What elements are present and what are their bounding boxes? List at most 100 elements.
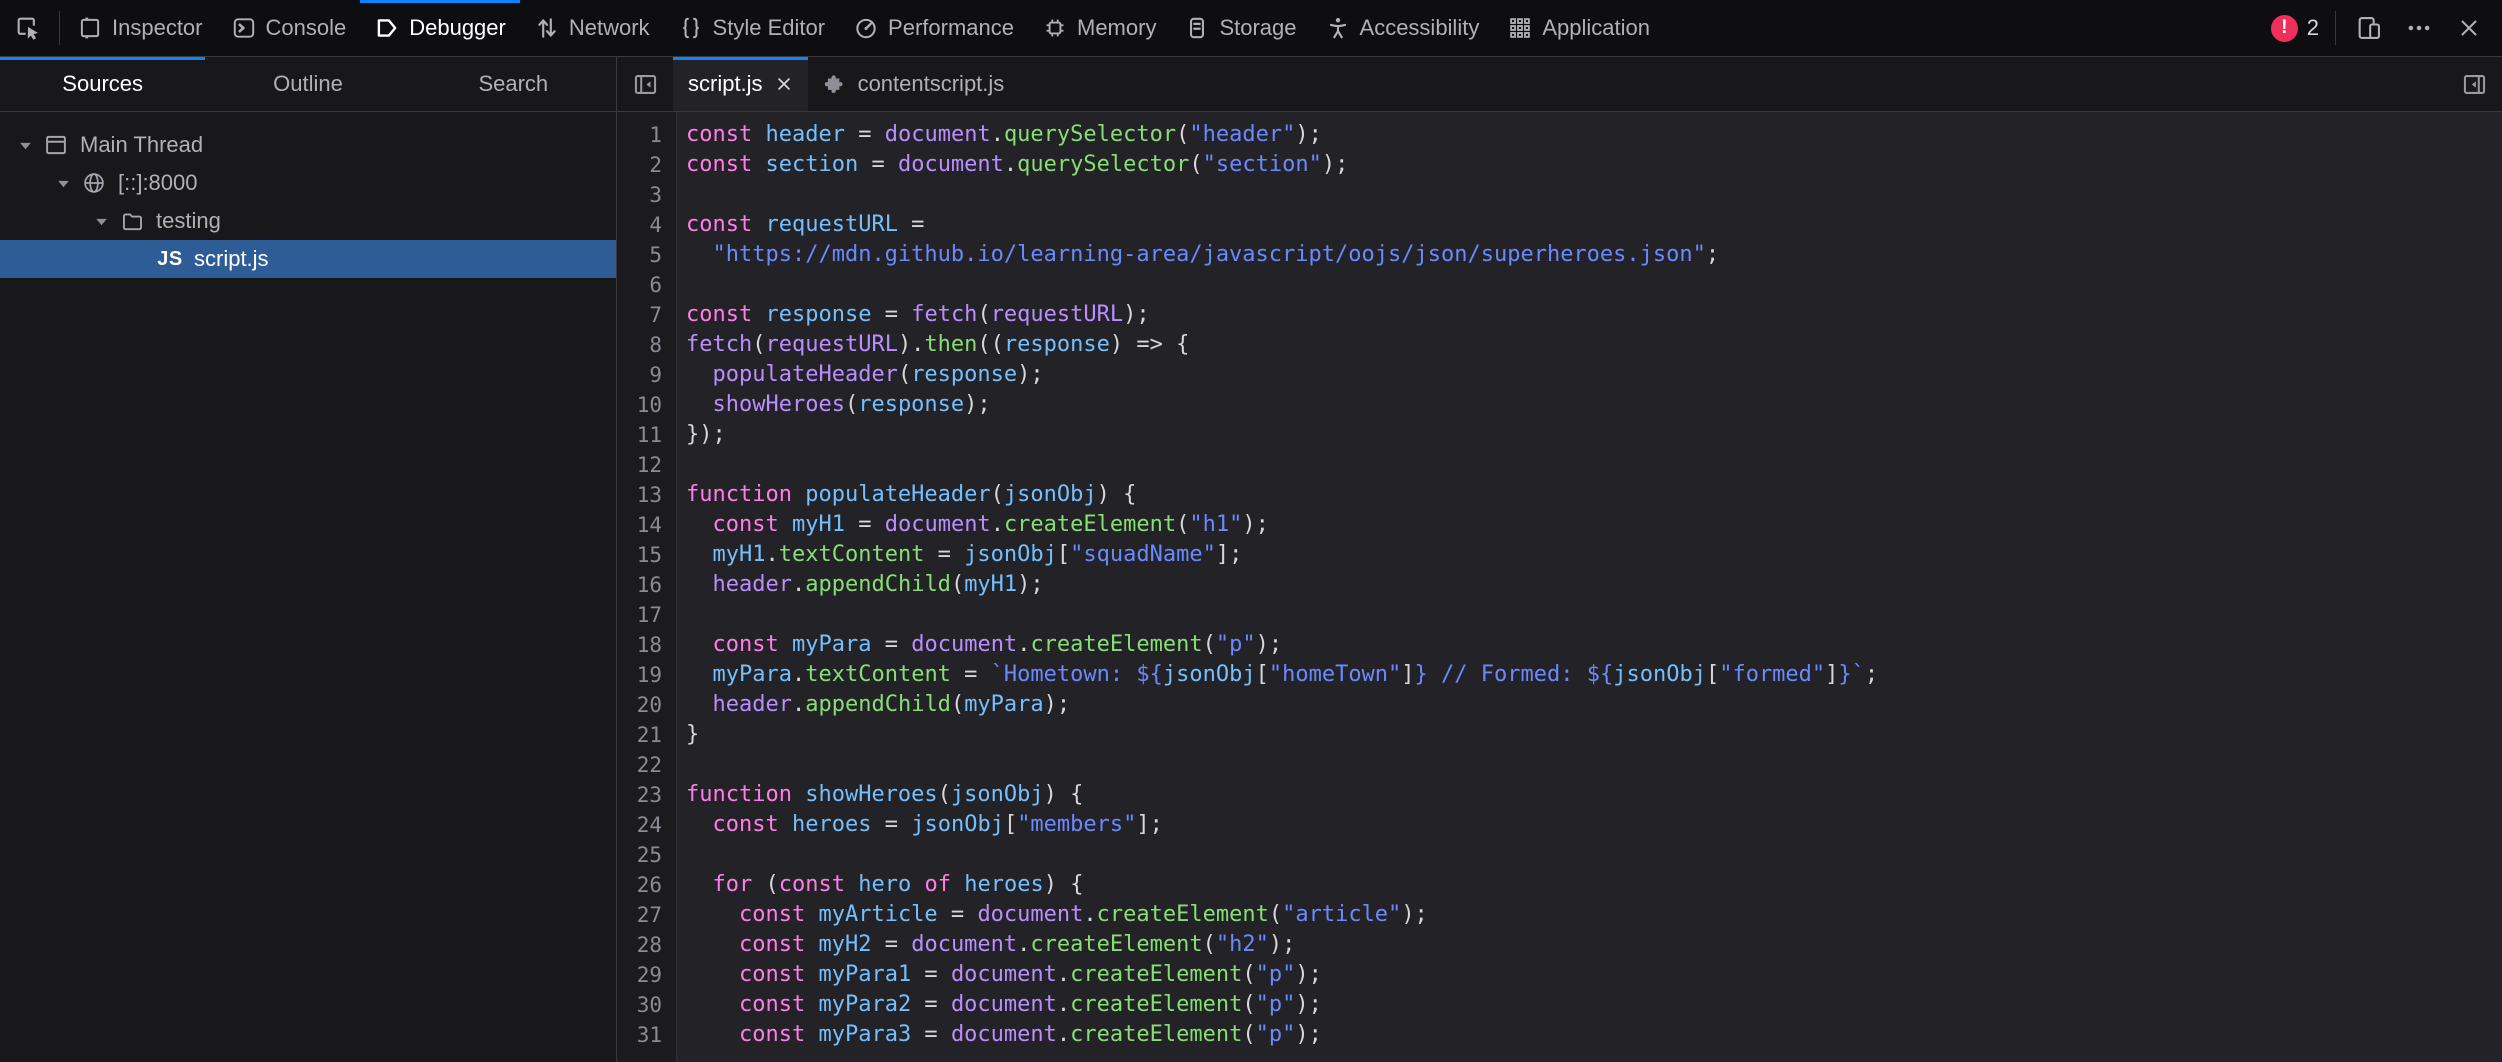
code-line[interactable]: }	[677, 720, 2502, 750]
network-icon	[534, 15, 560, 41]
code-line[interactable]: for (const hero of heroes) {	[677, 870, 2502, 900]
code-line[interactable]: const myPara = document.createElement("p…	[677, 630, 2502, 660]
line-number[interactable]: 9	[617, 360, 676, 390]
tab-accessibility[interactable]: Accessibility	[1311, 0, 1494, 56]
code-line[interactable]: const requestURL =	[677, 210, 2502, 240]
tab-debugger[interactable]: Debugger	[360, 0, 520, 56]
line-number[interactable]: 2	[617, 150, 676, 180]
code-line[interactable]: header.appendChild(myPara);	[677, 690, 2502, 720]
line-number[interactable]: 30	[617, 990, 676, 1020]
line-number[interactable]: 12	[617, 450, 676, 480]
line-number[interactable]: 29	[617, 960, 676, 990]
line-number[interactable]: 24	[617, 810, 676, 840]
panel-tab-sources[interactable]: Sources	[0, 57, 205, 111]
panel-tab-search[interactable]: Search	[411, 57, 616, 111]
line-number[interactable]: 10	[617, 390, 676, 420]
code-line[interactable]: const myPara1 = document.createElement("…	[677, 960, 2502, 990]
code-line[interactable]	[677, 750, 2502, 780]
close-tab-icon[interactable]	[775, 75, 793, 93]
expand-right-panel-button[interactable]	[2446, 57, 2502, 111]
tab-inspector[interactable]: Inspector	[63, 0, 217, 56]
code-line[interactable]: const response = fetch(requestURL);	[677, 300, 2502, 330]
line-number[interactable]: 11	[617, 420, 676, 450]
code-line[interactable]: function showHeroes(jsonObj) {	[677, 780, 2502, 810]
code-line[interactable]: const myArticle = document.createElement…	[677, 900, 2502, 930]
source-tab-script-js[interactable]: script.js	[673, 57, 808, 111]
code-line[interactable]: fetch(requestURL).then((response) => {	[677, 330, 2502, 360]
code-line[interactable]	[677, 180, 2502, 210]
source-tab-contentscript-js[interactable]: contentscript.js	[808, 57, 1020, 111]
expander-arrow-icon[interactable]	[10, 137, 40, 154]
code-line[interactable]: const myH1 = document.createElement("h1"…	[677, 510, 2502, 540]
tab-storage[interactable]: Storage	[1170, 0, 1310, 56]
line-number[interactable]: 5	[617, 240, 676, 270]
line-number[interactable]: 4	[617, 210, 676, 240]
tab-label: Debugger	[409, 15, 506, 41]
code-line[interactable]: myPara.textContent = `Hometown: ${jsonOb…	[677, 660, 2502, 690]
code-line[interactable]: const section = document.querySelector("…	[677, 150, 2502, 180]
panel-tab-outline[interactable]: Outline	[205, 57, 410, 111]
tab-performance[interactable]: Performance	[839, 0, 1028, 56]
line-number[interactable]: 27	[617, 900, 676, 930]
line-number[interactable]: 17	[617, 600, 676, 630]
tab-network[interactable]: Network	[520, 0, 664, 56]
line-number[interactable]: 21	[617, 720, 676, 750]
code-line[interactable]: function populateHeader(jsonObj) {	[677, 480, 2502, 510]
source-editor[interactable]: 1234567891011121314151617181920212223242…	[617, 112, 2502, 1062]
line-number[interactable]: 3	[617, 180, 676, 210]
line-number[interactable]: 1	[617, 120, 676, 150]
tab-memory[interactable]: Memory	[1028, 0, 1170, 56]
code-line[interactable]: populateHeader(response);	[677, 360, 2502, 390]
line-number[interactable]: 16	[617, 570, 676, 600]
code-line[interactable]	[677, 600, 2502, 630]
code-line[interactable]: const myH2 = document.createElement("h2"…	[677, 930, 2502, 960]
tree-item-script-js[interactable]: JSscript.js	[0, 240, 616, 278]
folder-icon	[116, 209, 148, 234]
line-number[interactable]: 18	[617, 630, 676, 660]
line-number[interactable]: 7	[617, 300, 676, 330]
error-count-badge[interactable]: ! 2	[2271, 15, 2319, 42]
code-line[interactable]: const header = document.querySelector("h…	[677, 120, 2502, 150]
tree-item-8000[interactable]: [::]:8000	[0, 164, 616, 202]
tab-application[interactable]: Application	[1493, 0, 1664, 56]
expander-arrow-icon[interactable]	[86, 213, 116, 230]
tree-item-testing[interactable]: testing	[0, 202, 616, 240]
code-line[interactable]: });	[677, 420, 2502, 450]
line-number[interactable]: 25	[617, 840, 676, 870]
close-devtools-button[interactable]	[2452, 11, 2486, 45]
code-line[interactable]: "https://mdn.github.io/learning-area/jav…	[677, 240, 2502, 270]
expander-arrow-icon[interactable]	[48, 175, 78, 192]
tab-label: Accessibility	[1360, 15, 1480, 41]
element-picker-button[interactable]	[0, 0, 56, 56]
code-line[interactable]: showHeroes(response);	[677, 390, 2502, 420]
responsive-design-mode-button[interactable]	[2352, 11, 2386, 45]
line-number[interactable]: 23	[617, 780, 676, 810]
line-number[interactable]: 20	[617, 690, 676, 720]
line-number[interactable]: 8	[617, 330, 676, 360]
tab-console[interactable]: Console	[217, 0, 361, 56]
code-line[interactable]	[677, 450, 2502, 480]
line-number[interactable]: 28	[617, 930, 676, 960]
code-line[interactable]	[677, 270, 2502, 300]
tab-label: Style Editor	[713, 15, 826, 41]
tree-item-Main-Thread[interactable]: Main Thread	[0, 126, 616, 164]
toolbox-tabs: InspectorConsole Debugger Network Style Edi…	[63, 0, 1664, 56]
code-line[interactable]: myH1.textContent = jsonObj["squadName"];	[677, 540, 2502, 570]
line-number[interactable]: 22	[617, 750, 676, 780]
collapse-sources-panel-button[interactable]	[617, 57, 673, 111]
tab-style-editor[interactable]: Style Editor	[664, 0, 840, 56]
line-number[interactable]: 19	[617, 660, 676, 690]
code-line[interactable]: header.appendChild(myH1);	[677, 570, 2502, 600]
line-number[interactable]: 15	[617, 540, 676, 570]
toolbox-meatball-menu-button[interactable]	[2402, 11, 2436, 45]
code-line[interactable]: const myPara2 = document.createElement("…	[677, 990, 2502, 1020]
code-line[interactable]: const myPara3 = document.createElement("…	[677, 1020, 2502, 1050]
line-number[interactable]: 6	[617, 270, 676, 300]
line-number[interactable]: 31	[617, 1020, 676, 1050]
puzzle-icon	[823, 72, 848, 97]
line-number[interactable]: 26	[617, 870, 676, 900]
line-number[interactable]: 13	[617, 480, 676, 510]
code-line[interactable]: const heroes = jsonObj["members"];	[677, 810, 2502, 840]
code-line[interactable]	[677, 840, 2502, 870]
line-number[interactable]: 14	[617, 510, 676, 540]
